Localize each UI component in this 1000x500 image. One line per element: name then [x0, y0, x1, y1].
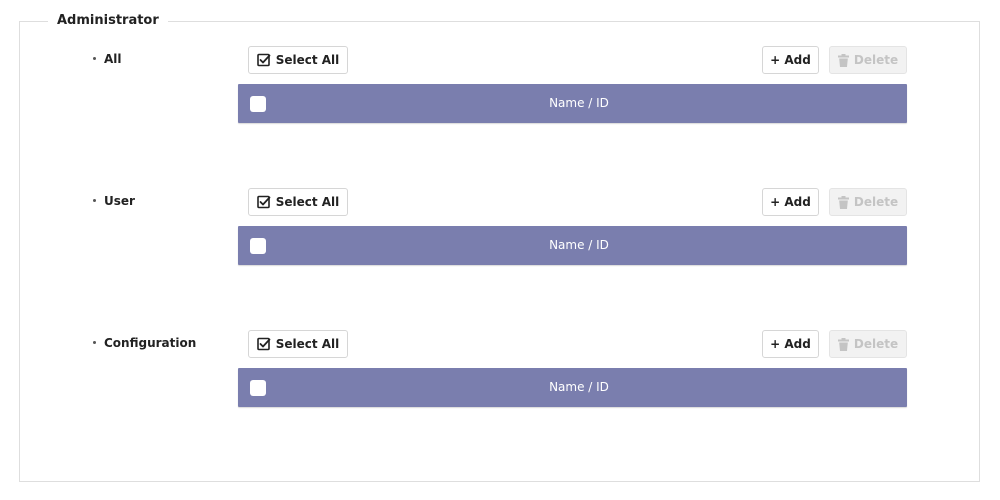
column-header-name-id: Name / ID [549, 380, 609, 394]
section-label-configuration: Configuration [93, 334, 196, 352]
trash-icon [837, 195, 849, 209]
checkbox-check-icon [256, 195, 271, 209]
section-user: User Select All + Add Delete Name / ID [0, 188, 1000, 268]
trash-icon [837, 53, 849, 67]
panel-title: Administrator [48, 12, 168, 30]
table-header: Name / ID [238, 84, 907, 123]
checkbox-check-icon [256, 337, 271, 351]
section-all: All Select All + Add Delete Name / ID [0, 46, 1000, 126]
checkbox-check-icon [256, 53, 271, 67]
trash-icon [837, 337, 849, 351]
section-label-all: All [93, 50, 122, 68]
select-all-button[interactable]: Select All [248, 46, 348, 74]
delete-button[interactable]: Delete [829, 188, 907, 216]
column-header-name-id: Name / ID [549, 238, 609, 252]
section-label-user: User [93, 192, 135, 210]
select-all-rows-checkbox[interactable] [250, 380, 266, 396]
table-header: Name / ID [238, 226, 907, 265]
section-configuration: Configuration Select All + Add Delete Na… [0, 330, 1000, 410]
select-all-button[interactable]: Select All [248, 330, 348, 358]
add-button[interactable]: + Add [762, 188, 819, 216]
select-all-rows-checkbox[interactable] [250, 238, 266, 254]
admin-permissions-page: Administrator All Select All + Add Delet… [0, 0, 1000, 500]
column-header-name-id: Name / ID [549, 96, 609, 110]
add-button[interactable]: + Add [762, 330, 819, 358]
bullet-icon [93, 199, 96, 202]
add-button[interactable]: + Add [762, 46, 819, 74]
select-all-button[interactable]: Select All [248, 188, 348, 216]
bullet-icon [93, 341, 96, 344]
select-all-rows-checkbox[interactable] [250, 96, 266, 112]
bullet-icon [93, 57, 96, 60]
delete-button[interactable]: Delete [829, 330, 907, 358]
delete-button[interactable]: Delete [829, 46, 907, 74]
table-header: Name / ID [238, 368, 907, 407]
